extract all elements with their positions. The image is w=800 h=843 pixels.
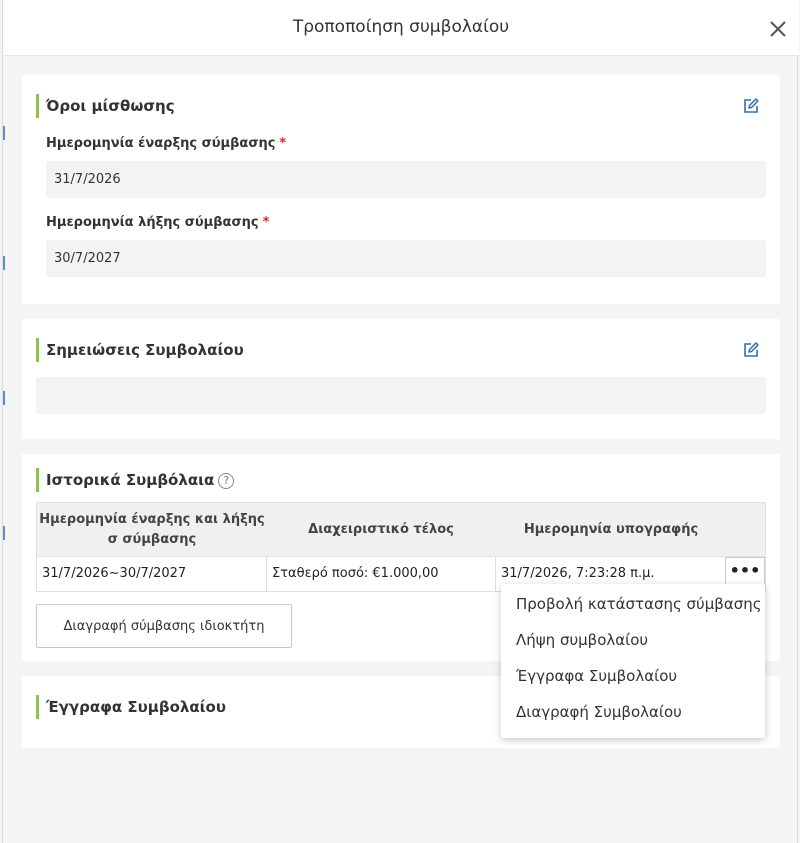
required-mark: * bbox=[279, 136, 287, 151]
start-date-label: Ημερομηνία έναρξης σύμβασης * bbox=[46, 136, 286, 151]
contract-notes-field[interactable] bbox=[36, 377, 766, 414]
column-header-signed: Ημερομηνία υπογραφής bbox=[523, 521, 699, 537]
menu-item-view-status[interactable]: Προβολή κατάστασης σύμβασης bbox=[516, 589, 762, 619]
history-contracts-title: Ιστορικά Συμβόλαια? bbox=[36, 468, 235, 492]
contract-notes-card: Σημειώσεις Συμβολαίου bbox=[22, 319, 780, 439]
end-date-label: Ημερομηνία λήξης σύμβασης * bbox=[46, 215, 269, 230]
history-title-text: Ιστορικά Συμβόλαια bbox=[46, 471, 215, 489]
start-date-field[interactable]: 31/7/2026 bbox=[46, 161, 766, 198]
end-date-label-text: Ημερομηνία λήξης σύμβασης bbox=[46, 215, 259, 230]
end-date-field[interactable]: 30/7/2027 bbox=[46, 240, 766, 277]
column-header-fee: Διαχειριστικό τέλος bbox=[308, 521, 454, 537]
background-page-edge bbox=[3, 56, 6, 843]
edit-icon[interactable] bbox=[742, 97, 760, 115]
cell-fee: Σταθερό ποσό: €1.000,00 bbox=[267, 557, 496, 591]
edit-icon[interactable] bbox=[742, 341, 760, 359]
help-icon[interactable]: ? bbox=[218, 473, 235, 489]
row-actions-menu: Προβολή κατάστασης σύμβασης Λήψη συμβολα… bbox=[501, 584, 765, 738]
menu-item-delete[interactable]: Διαγραφή Συμβολαίου bbox=[516, 697, 682, 727]
close-icon[interactable] bbox=[767, 18, 789, 40]
contract-documents-title: Έγγραφα Συμβολαίου bbox=[36, 695, 226, 719]
required-mark: * bbox=[262, 215, 270, 230]
menu-item-documents[interactable]: Έγγραφα Συμβολαίου bbox=[516, 661, 677, 691]
dialog-title: Τροποποίηση συμβολαίου bbox=[292, 17, 510, 37]
lease-terms-card: Όροι μίσθωσης Ημερομηνία έναρξης σύμβαση… bbox=[22, 75, 780, 304]
start-date-label-text: Ημερομηνία έναρξης σύμβασης bbox=[46, 136, 276, 151]
dialog-header: Τροποποίηση συμβολαίου bbox=[3, 0, 799, 56]
history-table-header: Ημερομηνία έναρξης και λήξης σ σύμβασης … bbox=[36, 502, 766, 557]
contract-notes-title: Σημειώσεις Συμβολαίου bbox=[36, 338, 244, 362]
lease-terms-title: Όροι μίσθωσης bbox=[36, 94, 175, 118]
cell-period: 31/7/2026~30/7/2027 bbox=[37, 557, 267, 591]
delete-owner-contract-button[interactable]: Διαγραφή σύμβασης ιδιοκτήτη bbox=[36, 604, 292, 648]
menu-item-download[interactable]: Λήψη συμβολαίου bbox=[516, 625, 648, 655]
column-header-period: Ημερομηνία έναρξης και λήξης σ σύμβασης bbox=[39, 511, 265, 547]
